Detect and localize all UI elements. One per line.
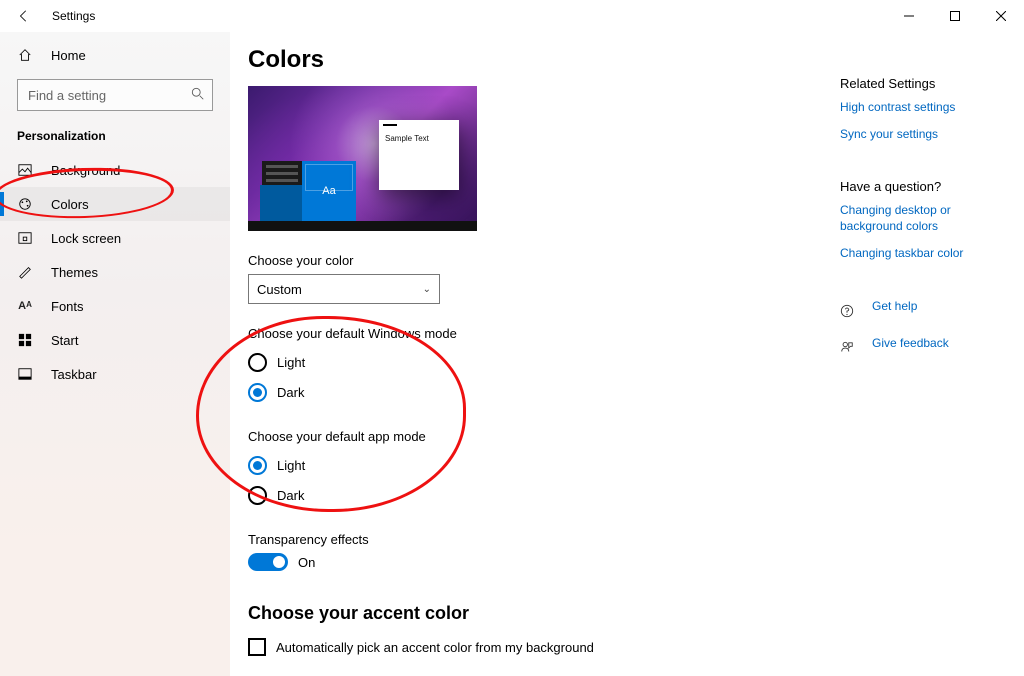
choose-color-value: Custom bbox=[257, 282, 302, 297]
choose-color-combo[interactable]: Custom ⌄ bbox=[248, 274, 440, 304]
palette-icon bbox=[17, 197, 33, 211]
preview-tile: Aa bbox=[302, 161, 356, 221]
transparency-state: On bbox=[298, 555, 315, 570]
brush-icon bbox=[17, 265, 33, 279]
nav-label: Themes bbox=[51, 265, 98, 280]
search-wrap bbox=[17, 79, 213, 111]
minimize-button[interactable] bbox=[886, 0, 932, 32]
section-label: Personalization bbox=[0, 117, 230, 153]
nav-themes[interactable]: Themes bbox=[0, 255, 230, 289]
nav-taskbar[interactable]: Taskbar bbox=[0, 357, 230, 391]
radio-label: Light bbox=[277, 355, 305, 370]
nav-label: Start bbox=[51, 333, 78, 348]
radio-label: Dark bbox=[277, 488, 304, 503]
radio-icon bbox=[248, 486, 267, 505]
home-nav[interactable]: Home bbox=[0, 38, 230, 72]
title-bar: Settings bbox=[0, 0, 1024, 32]
picture-icon bbox=[17, 163, 33, 177]
nav-colors[interactable]: Colors bbox=[0, 187, 230, 221]
maximize-button[interactable] bbox=[932, 0, 978, 32]
link-sync-settings[interactable]: Sync your settings bbox=[840, 126, 1010, 143]
lock-icon bbox=[17, 231, 33, 245]
auto-accent-checkbox-row[interactable]: Automatically pick an accent color from … bbox=[248, 638, 1024, 656]
nav-label: Background bbox=[51, 163, 120, 178]
radio-label: Light bbox=[277, 458, 305, 473]
rail-heading: Have a question? bbox=[840, 179, 1010, 194]
link-high-contrast[interactable]: High contrast settings bbox=[840, 99, 1010, 116]
right-rail: Related Settings High contrast settings … bbox=[840, 60, 1010, 372]
link-give-feedback[interactable]: Give feedback bbox=[872, 335, 949, 352]
nav-lockscreen[interactable]: Lock screen bbox=[0, 221, 230, 255]
auto-accent-label: Automatically pick an accent color from … bbox=[276, 640, 594, 655]
preview-sample-text: Sample Text bbox=[379, 130, 459, 147]
link-change-desktop-colors[interactable]: Changing desktop or background colors bbox=[840, 202, 1010, 236]
checkbox-icon bbox=[248, 638, 266, 656]
close-button[interactable] bbox=[978, 0, 1024, 32]
start-icon bbox=[17, 333, 33, 347]
window-title: Settings bbox=[48, 9, 95, 23]
nav-fonts[interactable]: AA Fonts bbox=[0, 289, 230, 323]
app-mode-dark[interactable]: Dark bbox=[248, 480, 1024, 510]
app-mode-label: Choose your default app mode bbox=[248, 429, 1024, 444]
rail-heading: Related Settings bbox=[840, 76, 1010, 91]
radio-icon bbox=[248, 456, 267, 475]
transparency-toggle[interactable] bbox=[248, 553, 288, 571]
nav-background[interactable]: Background bbox=[0, 153, 230, 187]
help-icon bbox=[840, 304, 856, 318]
font-icon: AA bbox=[17, 300, 33, 312]
get-help-row[interactable]: Get help bbox=[840, 298, 1010, 325]
nav-label: Lock screen bbox=[51, 231, 121, 246]
accent-heading: Choose your accent color bbox=[248, 603, 1024, 624]
app-mode-light[interactable]: Light bbox=[248, 450, 1024, 480]
nav-label: Taskbar bbox=[51, 367, 97, 382]
back-button[interactable] bbox=[0, 0, 48, 32]
sidebar: Home Personalization Background Colors L… bbox=[0, 32, 230, 676]
home-icon bbox=[17, 48, 33, 62]
preview-thumbnail: Aa Sample Text bbox=[248, 86, 477, 231]
nav-start[interactable]: Start bbox=[0, 323, 230, 357]
chevron-down-icon: ⌄ bbox=[423, 284, 431, 295]
nav-label: Colors bbox=[51, 197, 89, 212]
nav-label: Fonts bbox=[51, 299, 84, 314]
radio-icon bbox=[248, 383, 267, 402]
feedback-icon bbox=[840, 341, 856, 355]
search-input[interactable] bbox=[17, 79, 213, 111]
radio-icon bbox=[248, 353, 267, 372]
preview-window: Sample Text bbox=[379, 120, 459, 190]
link-get-help[interactable]: Get help bbox=[872, 298, 917, 315]
give-feedback-row[interactable]: Give feedback bbox=[840, 335, 1010, 362]
taskbar-icon bbox=[17, 367, 33, 381]
home-label: Home bbox=[51, 48, 86, 63]
link-change-taskbar-color[interactable]: Changing taskbar color bbox=[840, 245, 1010, 262]
windows-mode-dark[interactable]: Dark bbox=[248, 377, 1024, 407]
radio-label: Dark bbox=[277, 385, 304, 400]
transparency-label: Transparency effects bbox=[248, 532, 1024, 547]
